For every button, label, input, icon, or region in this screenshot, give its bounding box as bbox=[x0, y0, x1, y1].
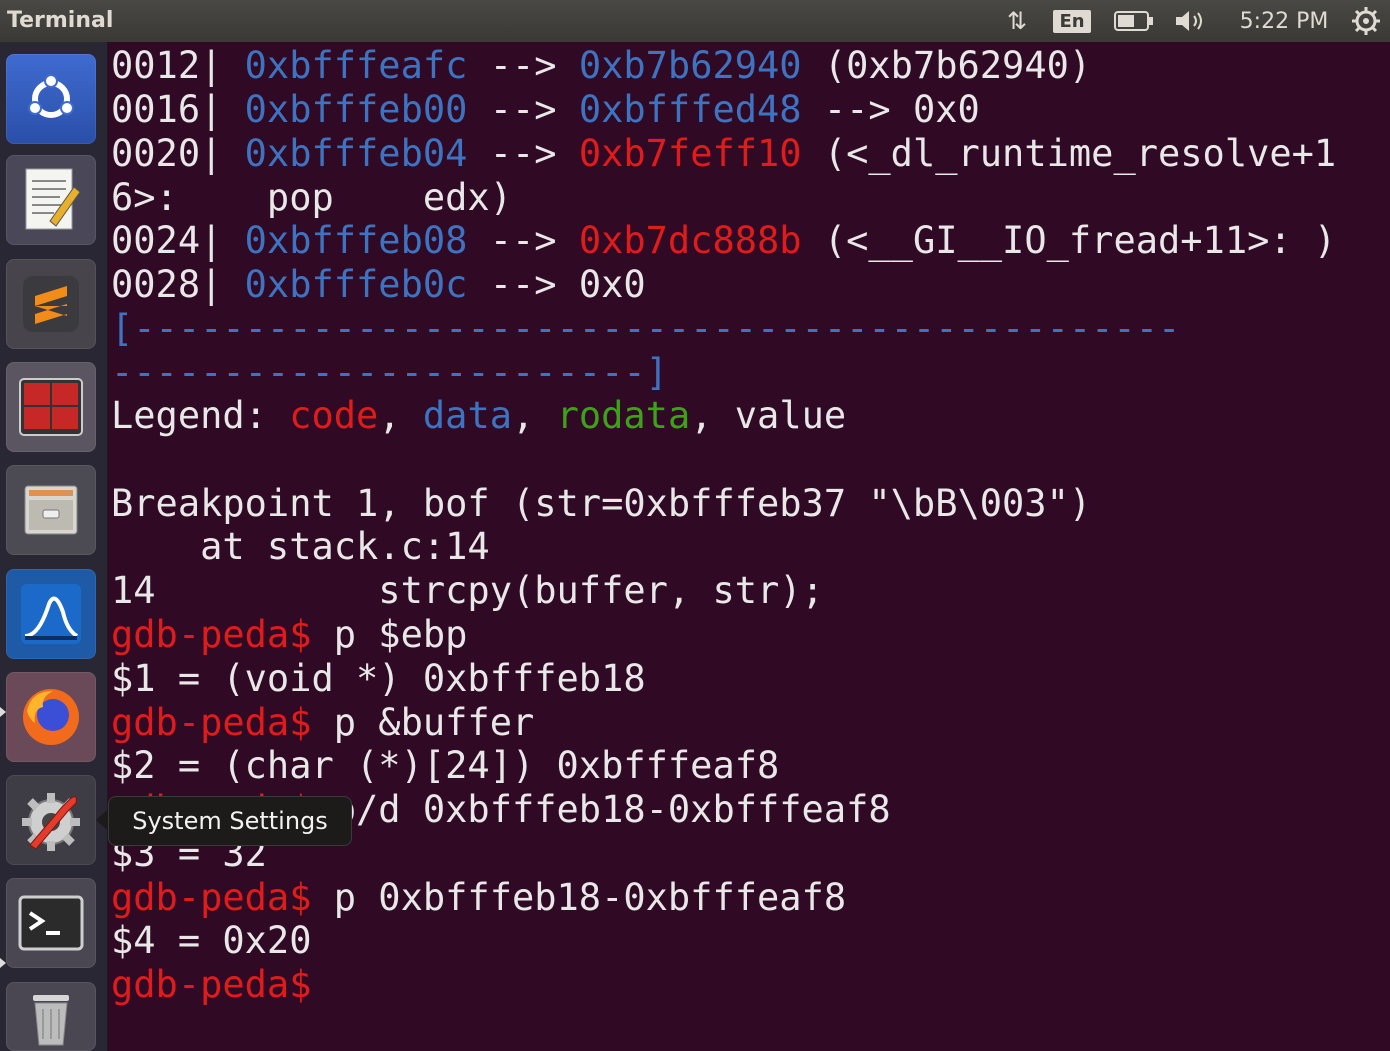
stack-line: 0028| 0xbfffeb0c --> 0x0 bbox=[111, 263, 646, 307]
command-text: p $ebp bbox=[311, 613, 468, 656]
app-title: Terminal bbox=[7, 8, 114, 33]
command-line: gdb-peda$ p &buffer bbox=[111, 701, 534, 745]
stack-line: 0016| 0xbfffeb00 --> 0xbfffed48 --> 0x0 bbox=[111, 88, 980, 132]
launcher-terminator[interactable] bbox=[6, 362, 96, 452]
terminator-icon bbox=[19, 378, 83, 436]
stack-value: 0xb7dc888b bbox=[578, 219, 802, 262]
launcher-trash[interactable] bbox=[6, 982, 96, 1051]
text-editor-icon bbox=[25, 168, 81, 230]
network-icon[interactable]: ⇅ bbox=[1000, 5, 1034, 37]
launcher bbox=[0, 42, 108, 1051]
stack-offset: 0016| bbox=[111, 88, 245, 131]
stack-address: 0xbfffeb04 bbox=[244, 132, 468, 175]
stack-arrow: --> bbox=[467, 132, 579, 175]
command-line: gdb-peda$ p $ebp bbox=[111, 613, 467, 657]
legend-rodata: rodata bbox=[556, 394, 691, 437]
launcher-tooltip: System Settings bbox=[108, 796, 352, 846]
speaker-icon bbox=[1176, 11, 1202, 31]
command-text: p &buffer bbox=[311, 701, 535, 744]
keyboard-layout-label: En bbox=[1053, 9, 1091, 33]
stack-value: 0x0 bbox=[578, 263, 646, 306]
wireshark-fin-icon bbox=[21, 584, 81, 644]
terminal-prompt-icon bbox=[18, 895, 84, 951]
launcher-files[interactable] bbox=[6, 465, 96, 555]
top-panel: Terminal ⇅ En 5:22 PM bbox=[0, 0, 1390, 42]
launcher-terminal[interactable] bbox=[6, 878, 96, 968]
breakpoint-location: at stack.c:14 bbox=[111, 525, 490, 568]
gdb-prompt: gdb-peda$ bbox=[111, 613, 312, 656]
firefox-icon bbox=[23, 689, 79, 745]
stack-line: 0024| 0xbfffeb08 --> 0xb7dc888b (<__GI__… bbox=[111, 219, 1336, 263]
legend-line: Legend: code, data, rodata, value bbox=[111, 394, 847, 437]
sublime-text-icon bbox=[23, 276, 79, 332]
launcher-sublime-text[interactable] bbox=[6, 259, 96, 349]
launcher-firefox[interactable] bbox=[6, 672, 96, 762]
stack-value: 0xb7b62940 bbox=[578, 44, 802, 87]
stack-value: 0xb7feff10 bbox=[578, 132, 802, 175]
stack-address: 0xbfffeb00 bbox=[244, 88, 468, 131]
ubuntu-logo-icon bbox=[28, 74, 74, 118]
separator-line: ------------------------] bbox=[111, 351, 668, 394]
stack-rest: (<__GI__IO_fread+11>: ) bbox=[801, 219, 1337, 262]
gdb-prompt: gdb-peda$ bbox=[111, 876, 312, 919]
stack-offset: 0024| bbox=[111, 219, 245, 262]
battery-icon-glyph bbox=[1114, 11, 1153, 31]
gear-icon bbox=[1352, 7, 1380, 35]
command-text: p/d 0xbfffeb18-0xbfffeaf8 bbox=[311, 788, 891, 831]
stack-continuation: 6>: pop edx) bbox=[111, 176, 512, 219]
gdb-prompt: gdb-peda$ bbox=[111, 963, 312, 1006]
stack-line: 0020| 0xbfffeb04 --> 0xb7feff10 (<_dl_ru… bbox=[111, 132, 1336, 176]
legend-code: code bbox=[289, 394, 379, 437]
stack-rest: --> 0x0 bbox=[801, 88, 980, 131]
clock[interactable]: 5:22 PM bbox=[1232, 5, 1336, 37]
legend-value: value bbox=[734, 394, 847, 437]
stack-address: 0xbfffeb08 bbox=[244, 219, 468, 262]
stack-rest: (<_dl_runtime_resolve+1 bbox=[801, 132, 1337, 175]
command-line: gdb-peda$ p 0xbfffeb18-0xbfffeaf8 bbox=[111, 876, 846, 920]
stack-rest: (0xb7b62940) bbox=[801, 44, 1092, 87]
separator-line: [---------------------------------------… bbox=[111, 307, 1181, 350]
output-line: $2 = (char (*)[24]) 0xbfffeaf8 bbox=[111, 744, 780, 787]
output-line: $1 = (void *) 0xbfffeb18 bbox=[111, 657, 646, 700]
launcher-system-settings[interactable] bbox=[6, 775, 96, 865]
launcher-ubuntu-dash[interactable] bbox=[6, 54, 96, 144]
trash-icon bbox=[33, 994, 69, 1045]
stack-arrow: --> bbox=[467, 44, 579, 87]
battery-icon[interactable] bbox=[1112, 5, 1156, 37]
file-cabinet-icon bbox=[24, 485, 78, 535]
network-icon-glyph: ⇅ bbox=[1006, 7, 1028, 35]
legend-data: data bbox=[422, 394, 512, 437]
stack-arrow: --> bbox=[467, 88, 579, 131]
gdb-prompt: gdb-peda$ bbox=[111, 701, 312, 744]
power-settings-icon[interactable] bbox=[1348, 5, 1384, 37]
active-prompt[interactable]: gdb-peda$ bbox=[111, 963, 311, 1007]
stack-offset: 0020| bbox=[111, 132, 245, 175]
stack-arrow: --> bbox=[467, 263, 579, 306]
sound-icon[interactable] bbox=[1172, 5, 1212, 37]
stack-address: 0xbfffeafc bbox=[244, 44, 468, 87]
stack-arrow: --> bbox=[467, 219, 579, 262]
stack-address: 0xbfffeb0c bbox=[244, 263, 468, 306]
legend-prefix: Legend: bbox=[111, 394, 290, 437]
source-line: 14 strcpy(buffer, str); bbox=[111, 569, 824, 612]
keyboard-layout-indicator[interactable]: En bbox=[1053, 5, 1091, 37]
command-text: p 0xbfffeb18-0xbfffeaf8 bbox=[311, 876, 847, 919]
settings-wrench-icon bbox=[22, 793, 80, 851]
stack-line: 0012| 0xbfffeafc --> 0xb7b62940 (0xb7b62… bbox=[111, 44, 1091, 88]
terminal-output[interactable]: 0012| 0xbfffeafc --> 0xb7b62940 (0xb7b62… bbox=[108, 42, 1390, 1051]
output-line: $4 = 0x20 bbox=[111, 919, 312, 962]
stack-offset: 0028| bbox=[111, 263, 245, 306]
breakpoint-line: Breakpoint 1, bof (str=0xbfffeb37 "\bB\0… bbox=[111, 482, 1092, 525]
stack-offset: 0012| bbox=[111, 44, 245, 87]
stack-value: 0xbfffed48 bbox=[578, 88, 802, 131]
launcher-wireshark[interactable] bbox=[6, 569, 96, 659]
launcher-text-editor[interactable] bbox=[6, 155, 96, 245]
